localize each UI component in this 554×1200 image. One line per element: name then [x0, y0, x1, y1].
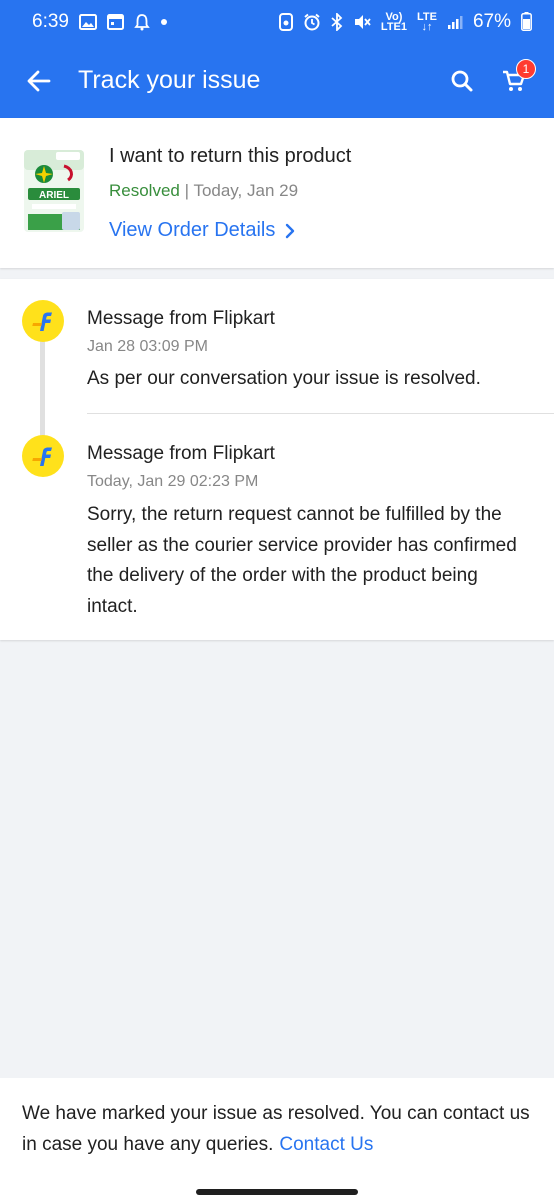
message-body: As per our conversation your issue is re… [87, 368, 481, 389]
dot-icon [160, 18, 168, 26]
app-bar: Track your issue 1 [0, 43, 554, 118]
bluetooth-icon [331, 12, 343, 31]
view-order-details-link[interactable]: View Order Details [109, 219, 295, 242]
view-order-details-label: View Order Details [109, 219, 276, 241]
product-card: ARIEL I want to return this product Reso… [0, 118, 554, 268]
product-brand-text: ARIEL [39, 190, 69, 201]
status-bar-left: 6:39 [32, 11, 168, 33]
message-timestamp: Jan 28 03:09 PM [87, 338, 208, 355]
cart-button[interactable]: 1 [488, 43, 540, 118]
flipkart-logo-icon [22, 300, 64, 342]
status-date: Today, Jan 29 [193, 181, 299, 200]
volte-indicator: Vo) LTE1 [380, 10, 407, 33]
navigation-bar [0, 1186, 554, 1200]
mute-icon [353, 13, 371, 31]
message-timestamp: Today, Jan 29 02:23 PM [87, 473, 259, 490]
status-time: 6:39 [32, 10, 69, 32]
home-gesture-handle[interactable] [196, 1189, 358, 1195]
message-body: Sorry, the return request cannot be fulf… [87, 504, 517, 617]
messages-card: Message from Flipkart Jan 28 03:09 PM As… [0, 279, 554, 640]
security-icon [278, 12, 293, 31]
contact-us-link[interactable]: Contact Us [279, 1134, 373, 1155]
signal-icon [447, 14, 463, 30]
message-divider [87, 413, 554, 414]
battery-icon [521, 12, 532, 31]
status-bar-right: Vo) LTE1 LTE ↓↑ 67% [278, 10, 532, 33]
issue-status-line: Resolved | Today, Jan 29 [109, 181, 298, 201]
page-title: Track your issue [78, 66, 261, 94]
resolution-footer: We have marked your issue as resolved. Y… [0, 1078, 554, 1186]
search-button[interactable] [436, 43, 488, 118]
product-issue-title: I want to return this product [109, 145, 352, 167]
flipkart-logo-icon [22, 435, 64, 477]
alarm-icon [303, 13, 321, 31]
search-icon [451, 70, 473, 91]
back-button[interactable] [0, 43, 78, 118]
status-separator: | [179, 181, 194, 200]
status-bar: 6:39 Vo) LTE1 LTE ↓↑ 67% [0, 0, 554, 43]
gallery-icon [78, 13, 97, 30]
footer-text: We have marked your issue as resolved. Y… [22, 1103, 530, 1155]
back-arrow-icon [27, 70, 51, 91]
cart-count-badge: 1 [516, 59, 536, 79]
message-sender: Message from Flipkart [87, 308, 275, 329]
status-badge: Resolved [109, 181, 180, 200]
notification-bell-icon [134, 13, 150, 31]
calendar-icon [106, 13, 124, 30]
battery-percent: 67% [472, 10, 511, 32]
chevron-right-icon [286, 223, 295, 238]
message-sender: Message from Flipkart [87, 443, 275, 464]
product-image[interactable]: ARIEL [22, 146, 86, 234]
lte-indicator: LTE ↓↑ [417, 10, 437, 33]
